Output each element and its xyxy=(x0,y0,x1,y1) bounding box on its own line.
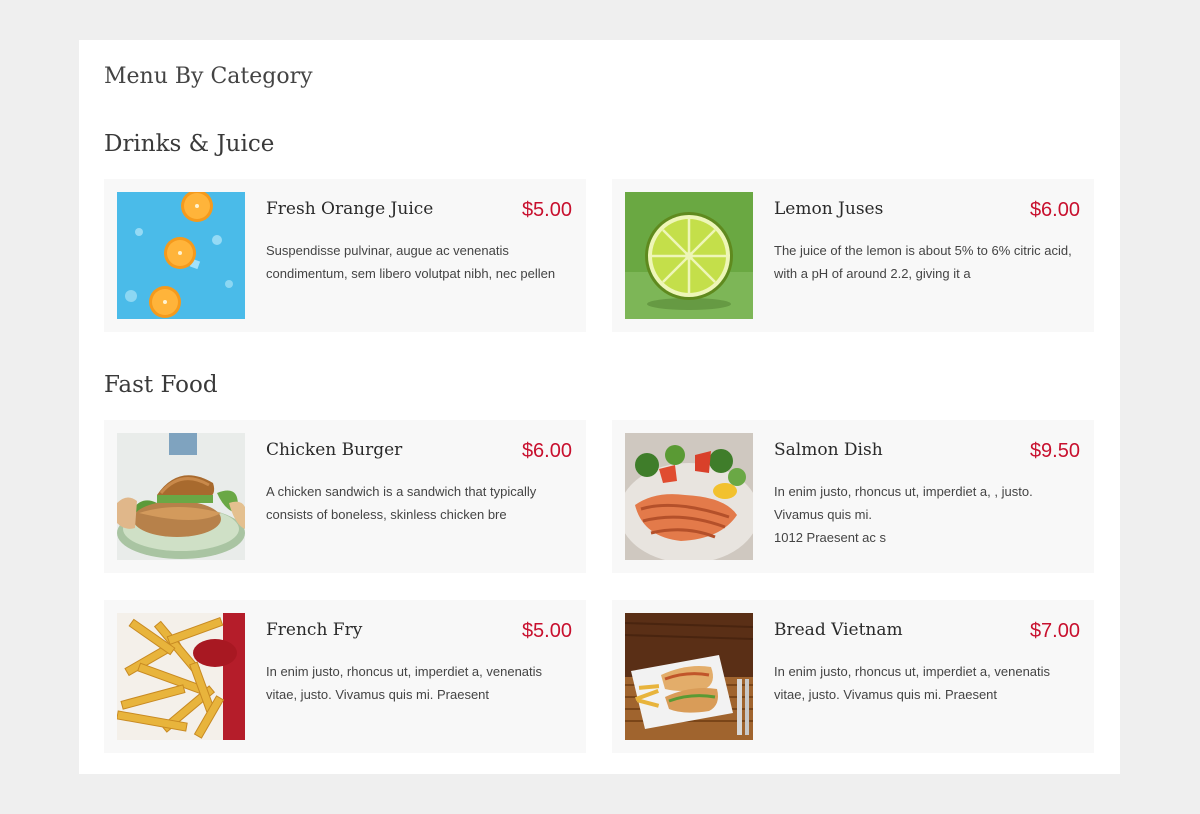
category-title-fast-food: Fast Food xyxy=(104,372,218,398)
item-description: In enim justo, rhoncus ut, imperdiet a, … xyxy=(266,664,543,702)
item-description: A chicken sandwich is a sandwich that ty… xyxy=(266,484,537,522)
item-description: Suspendisse pulvinar, augue ac venenatis… xyxy=(266,243,556,281)
menu-item-card[interactable]: Salmon Dish $9.50 In enim justo, rhoncus… xyxy=(612,420,1094,573)
item-price: $5.00 xyxy=(521,199,572,221)
item-description: In enim justo, rhoncus ut, imperdiet a, … xyxy=(774,484,1033,545)
menu-item-card[interactable]: Chicken Burger $6.00 A chicken sandwich … xyxy=(104,420,586,573)
menu-item-card[interactable]: Lemon Juses $6.00 The juice of the lemon… xyxy=(612,179,1094,332)
menu-item-card[interactable]: Fresh Orange Juice $5.00 Suspendisse pul… xyxy=(104,179,586,332)
item-name: Fresh Orange Juice xyxy=(266,199,434,219)
lime-slice-image xyxy=(625,192,753,319)
item-price: $6.00 xyxy=(521,440,572,462)
item-price: $9.50 xyxy=(1029,440,1080,462)
item-name: French Fry xyxy=(266,620,363,640)
item-name: Lemon Juses xyxy=(774,199,884,219)
item-description: In enim justo, rhoncus ut, imperdiet a, … xyxy=(774,664,1051,702)
french-fries-image xyxy=(117,613,245,740)
item-price: $6.00 xyxy=(1029,199,1080,221)
item-name: Bread Vietnam xyxy=(774,620,903,640)
item-name: Salmon Dish xyxy=(774,440,883,460)
item-description: The juice of the lemon is about 5% to 6%… xyxy=(774,243,1072,281)
menu-item-card[interactable]: French Fry $5.00 In enim justo, rhoncus … xyxy=(104,600,586,753)
page-title: Menu By Category xyxy=(104,64,313,89)
item-price: $5.00 xyxy=(521,620,572,642)
orange-slices-image xyxy=(117,192,245,319)
item-name: Chicken Burger xyxy=(266,440,403,460)
item-price: $7.00 xyxy=(1029,620,1080,642)
salmon-dish-image xyxy=(625,433,753,560)
menu-item-card[interactable]: Bread Vietnam $7.00 In enim justo, rhonc… xyxy=(612,600,1094,753)
banh-mi-image xyxy=(625,613,753,740)
chicken-burger-image xyxy=(117,433,245,560)
category-title-drinks: Drinks & Juice xyxy=(104,131,275,157)
